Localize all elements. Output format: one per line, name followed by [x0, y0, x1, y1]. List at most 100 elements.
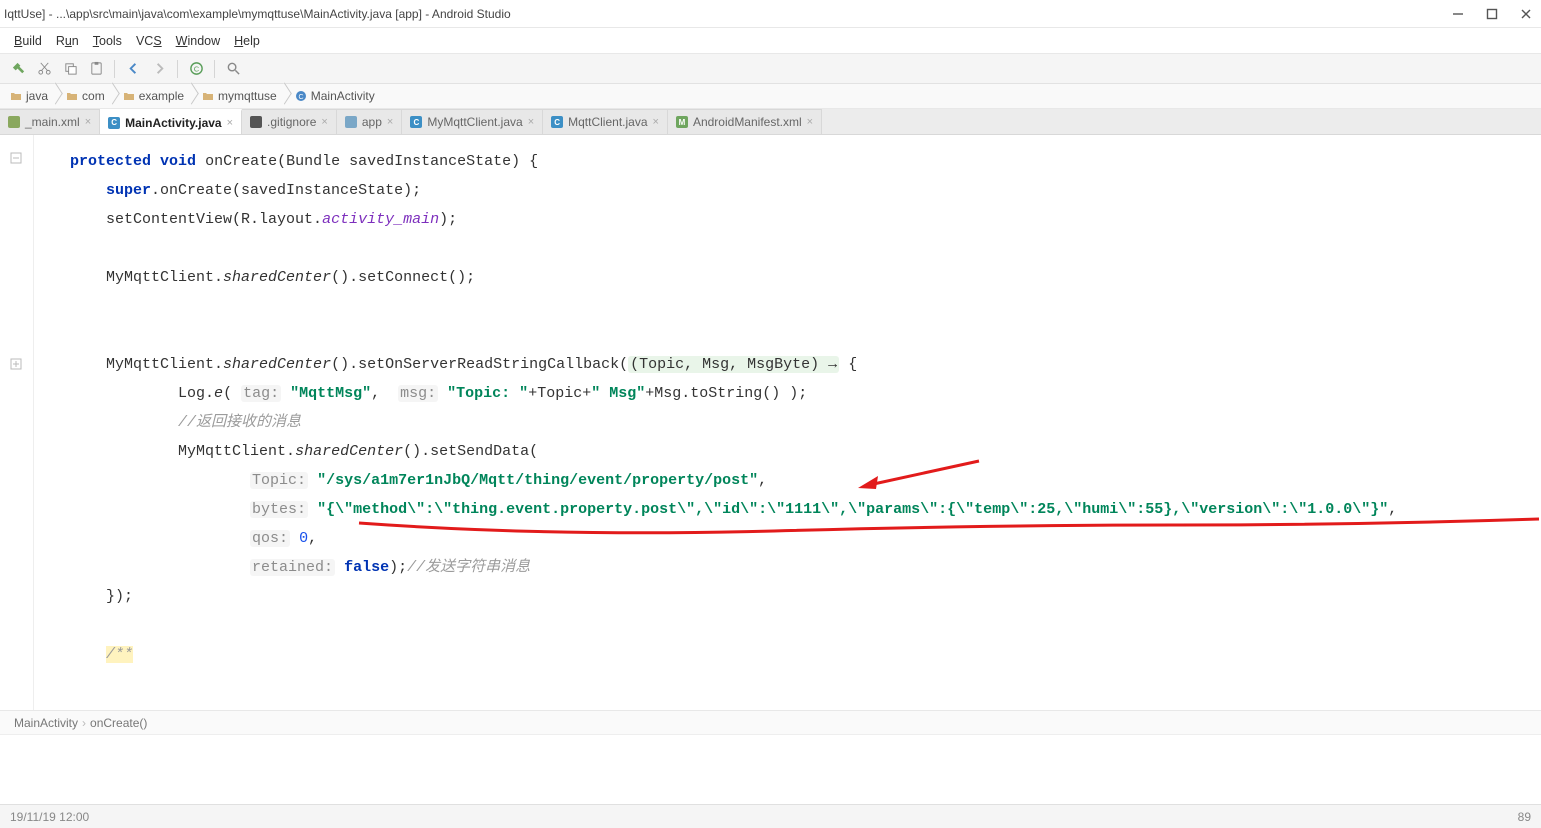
tab-label: MainActivity.java [125, 116, 221, 130]
java-file-icon: C [410, 116, 422, 128]
code-text: ); [389, 559, 407, 576]
code-text: ); [439, 211, 457, 228]
string-literal: "{\"method\":\"thing.event.property.post… [317, 501, 1388, 518]
editor-tabs: _main.xml× C MainActivity.java × .gitignor… [0, 109, 1541, 135]
string-literal: "Topic: " [447, 385, 528, 402]
crumb-label: mymqttuse [218, 89, 277, 103]
gitignore-file-icon [250, 116, 262, 128]
tool-window-area [0, 734, 1541, 804]
editor-area: protected void onCreate(Bundle savedInst… [0, 135, 1541, 710]
code-text: MyMqttClient. [178, 443, 295, 460]
tab-label: .gitignore [267, 115, 316, 129]
close-icon[interactable]: × [227, 117, 233, 129]
status-bar: 19/11/19 12:00 89 [0, 804, 1541, 828]
source-code[interactable]: protected void onCreate(Bundle savedInst… [34, 135, 1541, 689]
code-text: MyMqttClient. [106, 269, 223, 286]
close-button[interactable] [1519, 7, 1533, 21]
method-name: onCreate [205, 153, 277, 170]
param-hint: msg: [398, 385, 438, 402]
menu-window[interactable]: Window [170, 31, 226, 51]
folder-icon [66, 90, 78, 102]
tab-label: app [362, 115, 382, 129]
code-text: (Bundle savedInstanceState) { [277, 153, 538, 170]
code-text: ().setOnServerReadStringCallback( [331, 356, 628, 373]
string-literal: "/sys/a1m7er1nJbQ/Mqtt/thing/event/prope… [317, 472, 758, 489]
tab-label: AndroidManifest.xml [693, 115, 802, 129]
main-toolbar: C [0, 54, 1541, 84]
chevron-right-icon: › [82, 716, 86, 730]
expand-icon[interactable] [9, 357, 23, 371]
close-icon[interactable]: × [528, 116, 534, 128]
code-text: (R.layout. [232, 211, 322, 228]
menu-vcs[interactable]: VCS [130, 31, 168, 51]
class-nav-icon[interactable]: C [184, 57, 208, 81]
close-icon[interactable]: × [321, 116, 327, 128]
window-title: IqttUse] - ...\app\src\main\java\com\exa… [4, 7, 511, 21]
code-text: { [839, 356, 857, 373]
close-icon[interactable]: × [653, 116, 659, 128]
close-icon[interactable]: × [387, 116, 393, 128]
collapse-icon[interactable] [9, 151, 23, 165]
tab-gitignore[interactable]: .gitignore × [242, 109, 337, 134]
javadoc-start: /** [106, 646, 133, 663]
breadcrumb-method[interactable]: onCreate() [90, 716, 147, 730]
back-icon[interactable] [121, 57, 145, 81]
code-text: ().setConnect(); [331, 269, 475, 286]
menu-tools[interactable]: Tools [87, 31, 128, 51]
tab-mymqttclient-java[interactable]: C MyMqttClient.java × [402, 109, 543, 134]
status-timestamp: 19/11/19 12:00 [10, 810, 89, 824]
code-text: }); [106, 588, 133, 605]
search-icon[interactable] [221, 57, 245, 81]
editor-gutter[interactable] [0, 135, 34, 710]
paste-icon[interactable] [84, 57, 108, 81]
crumb-java[interactable]: java [0, 84, 56, 108]
crumb-mymqttuse[interactable]: mymqttuse [192, 84, 285, 108]
comment: //返回接收的消息 [178, 414, 301, 431]
code-text: +Msg.toString() ); [645, 385, 807, 402]
menu-help[interactable]: Help [228, 31, 266, 51]
maximize-button[interactable] [1485, 7, 1499, 21]
window-title-bar: IqttUse] - ...\app\src\main\java\com\exa… [0, 0, 1541, 28]
static-method: sharedCenter [223, 356, 331, 373]
tab-label: MyMqttClient.java [427, 115, 522, 129]
crumb-label: MainActivity [311, 89, 375, 103]
static-method: sharedCenter [295, 443, 403, 460]
keyword: super [106, 182, 151, 199]
breadcrumb-class[interactable]: MainActivity [14, 716, 78, 730]
code-text: setContentView [106, 211, 232, 228]
hammer-icon[interactable] [6, 57, 30, 81]
tab-mqttclient-java[interactable]: CMqttClient.java× [543, 109, 668, 134]
tab-mainactivity-java[interactable]: CMainActivity.java× [100, 109, 242, 134]
string-literal: " Msg" [591, 385, 645, 402]
menu-build[interactable]: Build [8, 31, 48, 51]
static-method: e [214, 385, 223, 402]
code-viewport[interactable]: protected void onCreate(Bundle savedInst… [34, 135, 1541, 710]
close-icon[interactable]: × [85, 116, 91, 128]
cut-icon[interactable] [32, 57, 56, 81]
param-hint: retained: [250, 559, 335, 576]
lambda-params: (Topic, Msg, MsgByte) → [628, 356, 839, 373]
crumb-mainactivity[interactable]: C MainActivity [285, 84, 383, 108]
param-hint: bytes: [250, 501, 308, 518]
java-file-icon: C [551, 116, 563, 128]
tab-androidmanifest-xml[interactable]: MAndroidManifest.xml× [668, 109, 822, 134]
window-controls [1451, 7, 1533, 21]
copy-icon[interactable] [58, 57, 82, 81]
tab-main-xml[interactable]: _main.xml× [0, 109, 100, 134]
crumb-label: example [139, 89, 184, 103]
code-text: .onCreate(savedInstanceState); [151, 182, 421, 199]
crumb-com[interactable]: com [56, 84, 113, 108]
crumb-example[interactable]: example [113, 84, 192, 108]
code-text: ().setSendData( [403, 443, 538, 460]
close-icon[interactable]: × [807, 116, 813, 128]
status-column: 89 [1518, 810, 1531, 824]
param-hint: tag: [241, 385, 281, 402]
class-icon: C [295, 90, 307, 102]
toolbar-separator [214, 60, 215, 78]
tab-app[interactable]: app × [337, 109, 402, 134]
code-text: MyMqttClient. [106, 356, 223, 373]
menu-run[interactable]: Run [50, 31, 85, 51]
forward-icon[interactable] [147, 57, 171, 81]
minimize-button[interactable] [1451, 7, 1465, 21]
number-literal: 0 [299, 530, 308, 547]
